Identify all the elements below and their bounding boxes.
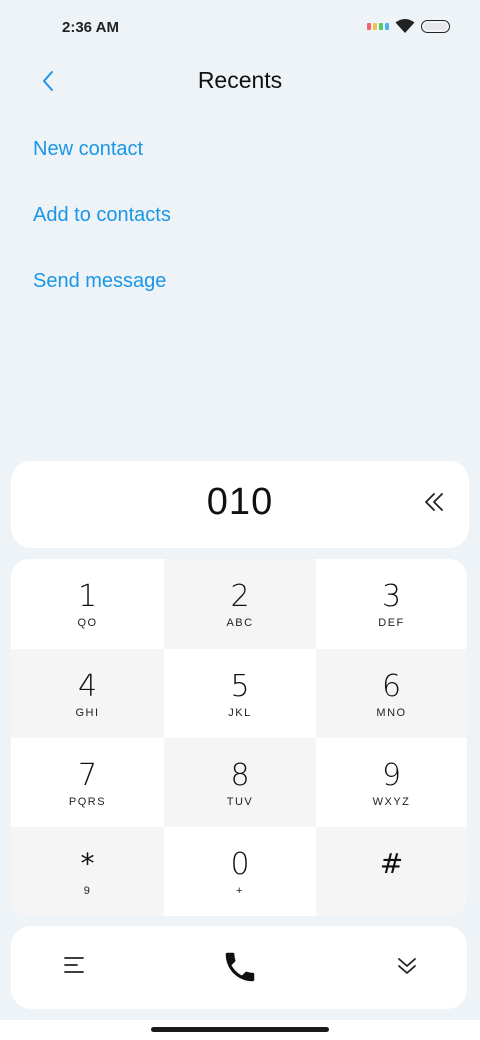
key-6[interactable]: 6 MNO bbox=[316, 649, 467, 738]
key-5[interactable]: 5 JKL bbox=[164, 649, 316, 738]
key-8[interactable]: 8 TUV bbox=[164, 738, 316, 827]
header: Recents bbox=[0, 58, 480, 104]
double-chevron-down-icon[interactable] bbox=[396, 955, 418, 977]
key-1[interactable]: 1 QO bbox=[11, 559, 164, 649]
key-star[interactable]: * 9 bbox=[11, 827, 164, 916]
bottom-bar bbox=[11, 926, 467, 1009]
key-letters: TUV bbox=[226, 796, 254, 808]
key-digit: 5 bbox=[230, 669, 250, 704]
home-indicator[interactable] bbox=[151, 1027, 329, 1032]
key-4[interactable]: 4 GHI bbox=[11, 649, 164, 738]
key-digit: 7 bbox=[77, 758, 98, 793]
voicemail-icon: QO bbox=[77, 617, 98, 629]
number-display: 010 bbox=[11, 461, 469, 548]
new-contact-link[interactable]: New contact bbox=[33, 136, 171, 162]
key-letters: DEF bbox=[378, 617, 405, 629]
backspace-button[interactable] bbox=[421, 489, 447, 515]
key-digit: 9 bbox=[381, 758, 402, 793]
key-digit: 3 bbox=[381, 579, 402, 614]
key-7[interactable]: 7 PQRS bbox=[11, 738, 164, 827]
wifi-icon bbox=[395, 19, 415, 33]
menu-icon[interactable] bbox=[63, 955, 85, 975]
key-2[interactable]: 2 ABC bbox=[164, 559, 316, 649]
status-bar: 2:36 AM bbox=[0, 0, 480, 56]
key-digit: # bbox=[379, 847, 404, 880]
key-letters: JKL bbox=[228, 707, 252, 719]
key-digit: 0 bbox=[230, 847, 250, 882]
key-digit: 2 bbox=[230, 579, 250, 614]
key-hash[interactable]: # bbox=[316, 827, 467, 916]
key-digit: 6 bbox=[381, 669, 402, 704]
key-letters: 9 bbox=[83, 885, 92, 897]
add-to-contacts-link[interactable]: Add to contacts bbox=[33, 202, 171, 228]
key-letters: WXYZ bbox=[372, 796, 411, 808]
key-letters: MNO bbox=[376, 707, 407, 719]
key-digit: 1 bbox=[77, 579, 98, 614]
key-letters: GHI bbox=[75, 707, 100, 719]
dialed-number: 010 bbox=[206, 481, 274, 523]
signal-icon bbox=[367, 22, 389, 30]
battery-icon bbox=[421, 19, 450, 33]
status-time: 2:36 AM bbox=[62, 19, 119, 36]
actions-list: New contact Add to contacts Send message bbox=[33, 136, 171, 334]
key-0[interactable]: 0 + bbox=[164, 827, 316, 916]
key-digit: * bbox=[80, 847, 95, 880]
call-button[interactable] bbox=[221, 948, 259, 986]
key-digit: 8 bbox=[230, 758, 250, 793]
send-message-link[interactable]: Send message bbox=[33, 268, 171, 294]
key-digit: 4 bbox=[77, 669, 98, 704]
key-9[interactable]: 9 WXYZ bbox=[316, 738, 467, 827]
page-title: Recents bbox=[197, 67, 283, 93]
key-3[interactable]: 3 DEF bbox=[316, 559, 467, 649]
key-letters: PQRS bbox=[68, 796, 107, 808]
navigation-bar bbox=[0, 1020, 480, 1040]
status-icons bbox=[367, 18, 450, 34]
key-letters: ABC bbox=[226, 617, 254, 629]
keypad: 1 QO 2 ABC 3 DEF 4 GHI 5 JKL 6 MNO 7 PQR… bbox=[11, 559, 467, 916]
key-letters: + bbox=[236, 885, 244, 897]
